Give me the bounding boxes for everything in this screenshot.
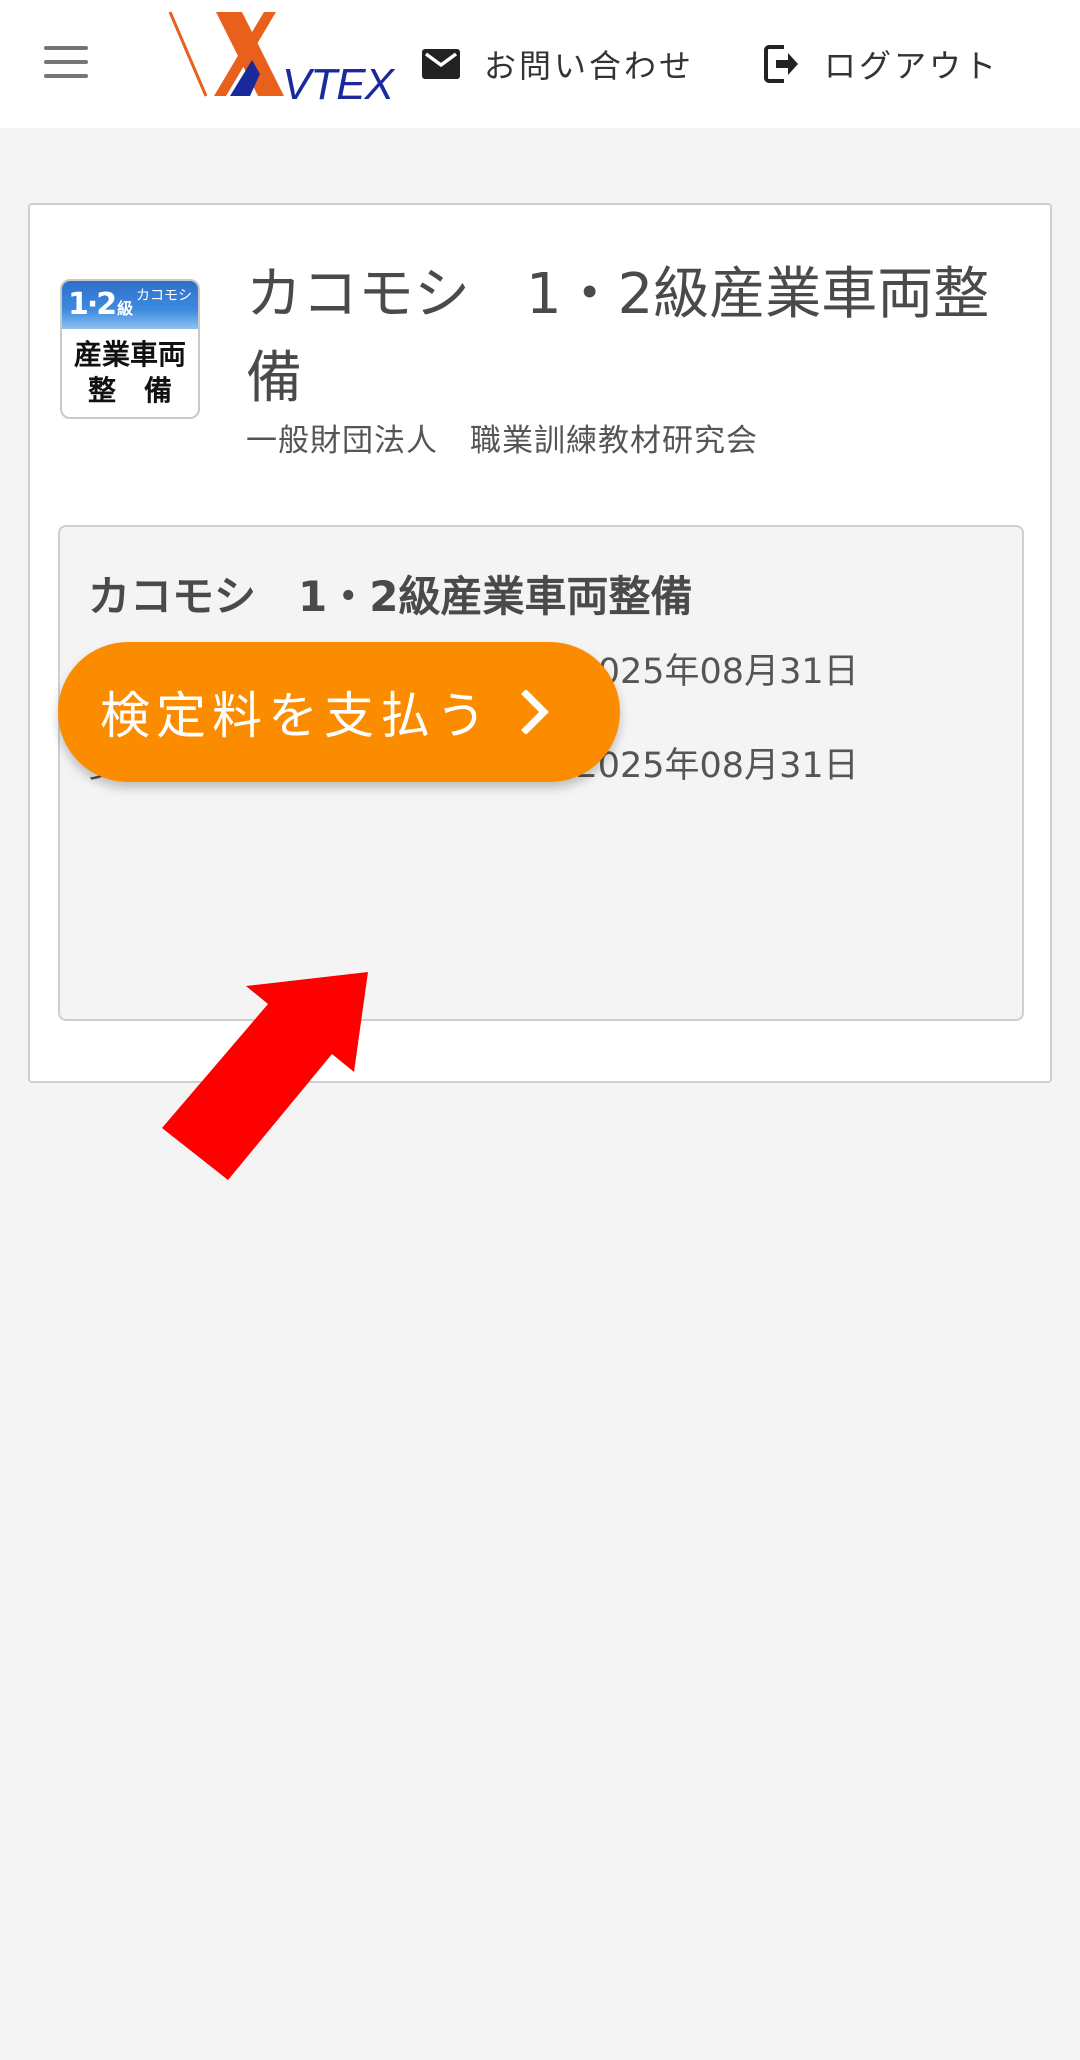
contact-link[interactable]: お問い合わせ <box>422 36 694 92</box>
thumbnail-line-1: 産業車両 <box>73 338 186 371</box>
pay-exam-fee-button[interactable]: 検定料を支払う <box>58 642 620 782</box>
thumbnail-brand: カコモシ <box>136 288 192 304</box>
hamburger-menu-icon[interactable] <box>44 44 88 80</box>
thumbnail-header: 1·2 級 カコモシ <box>62 281 198 329</box>
exam-title: カコモシ 1・2級産業車両整備 <box>88 572 693 621</box>
thumbnail-line-2: 整 備 <box>87 374 172 407</box>
mail-icon <box>422 49 460 79</box>
logout-icon <box>764 45 798 83</box>
course-title: カコモシ 1・2級産業車両整備 <box>246 262 990 411</box>
top-app-bar: VTEX お問い合わせ ログアウト <box>0 0 1080 128</box>
course-organization: 一般財団法人 職業訓練教材研究会 <box>246 423 758 459</box>
annotation-arrow-icon <box>162 972 368 1180</box>
logout-label: ログアウト <box>824 47 1000 85</box>
pay-button-label: 検定料を支払う <box>100 687 492 745</box>
course-thumbnail: 1·2 級 カコモシ 産業車両 整 備 <box>60 279 200 419</box>
chevron-right-icon <box>521 690 549 734</box>
thumbnail-grade: 1·2 級 <box>68 287 133 322</box>
logout-link[interactable]: ログアウト <box>764 36 999 92</box>
logo-text: VTEX <box>282 60 394 109</box>
vtex-logo[interactable]: VTEX <box>164 8 394 109</box>
contact-label: お問い合わせ <box>484 47 695 85</box>
thumbnail-body: 産業車両 整 備 <box>62 329 198 409</box>
